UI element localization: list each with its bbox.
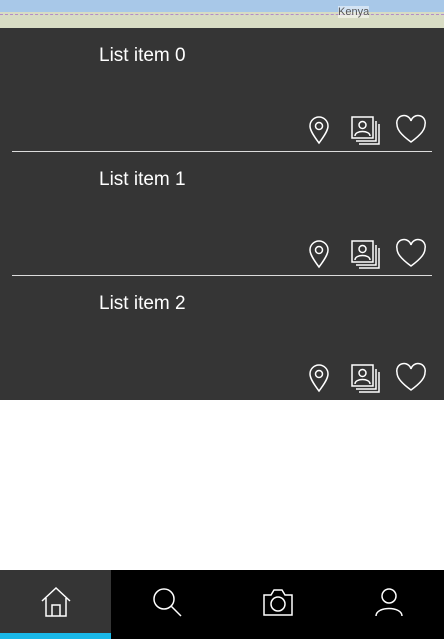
list-item[interactable]: List item 2	[0, 276, 444, 400]
tab-profile[interactable]	[333, 570, 444, 639]
list-item-title: List item 0	[99, 45, 186, 66]
item-list: List item 0 List item 1 List item 2	[0, 28, 444, 400]
location-pin-icon[interactable]	[303, 114, 335, 146]
heart-icon[interactable]	[395, 114, 427, 146]
camera-icon	[261, 585, 295, 624]
location-pin-icon[interactable]	[303, 238, 335, 270]
tab-search[interactable]	[111, 570, 222, 639]
heart-icon[interactable]	[395, 362, 427, 394]
photo-stack-icon[interactable]	[349, 362, 381, 394]
list-item-actions	[303, 114, 427, 146]
search-icon	[150, 585, 184, 624]
list-item-title: List item 2	[99, 293, 186, 314]
map-country-label: Kenya	[338, 6, 370, 18]
map-strip[interactable]: Kenya	[0, 0, 444, 28]
heart-icon[interactable]	[395, 238, 427, 270]
home-icon	[39, 585, 73, 624]
tab-camera[interactable]	[222, 570, 333, 639]
list-item-title: List item 1	[99, 169, 186, 190]
photo-stack-icon[interactable]	[349, 238, 381, 270]
list-item[interactable]: List item 1	[0, 152, 444, 276]
bottom-nav	[0, 570, 444, 639]
list-item-actions	[303, 362, 427, 394]
empty-content-area	[0, 400, 444, 570]
location-pin-icon[interactable]	[303, 362, 335, 394]
photo-stack-icon[interactable]	[349, 114, 381, 146]
list-item[interactable]: List item 0	[0, 28, 444, 152]
profile-icon	[372, 585, 406, 624]
map-border-line	[0, 14, 444, 15]
tab-home[interactable]	[0, 570, 111, 639]
list-item-actions	[303, 238, 427, 270]
